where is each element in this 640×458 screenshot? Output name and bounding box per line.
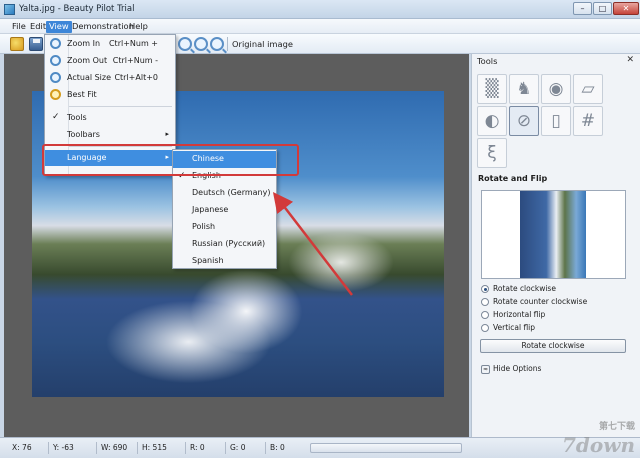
status-separator <box>48 442 49 454</box>
arrow-line <box>272 192 353 296</box>
status-height: H: 515 <box>142 443 167 452</box>
status-x: X: 76 <box>12 443 32 452</box>
watermark-en: 7down <box>562 433 635 457</box>
watermark-cn: 第七下载 <box>598 422 635 432</box>
watermark-logo: 第七下载 7down <box>562 422 635 457</box>
status-blue: B: 0 <box>270 443 285 452</box>
status-separator <box>225 442 226 454</box>
status-green: G: 0 <box>230 443 246 452</box>
status-separator <box>137 442 138 454</box>
status-bar: X: 76 Y: -63 W: 690 H: 515 R: 0 G: 0 B: … <box>0 422 640 458</box>
status-width: W: 690 <box>101 443 128 452</box>
annotation-arrow <box>272 192 353 296</box>
status-separator <box>185 442 186 454</box>
status-red: R: 0 <box>190 443 205 452</box>
status-y: Y: -63 <box>53 443 74 452</box>
horizontal-scrollbar[interactable] <box>310 443 462 453</box>
status-separator <box>265 442 266 454</box>
status-separator <box>96 442 97 454</box>
